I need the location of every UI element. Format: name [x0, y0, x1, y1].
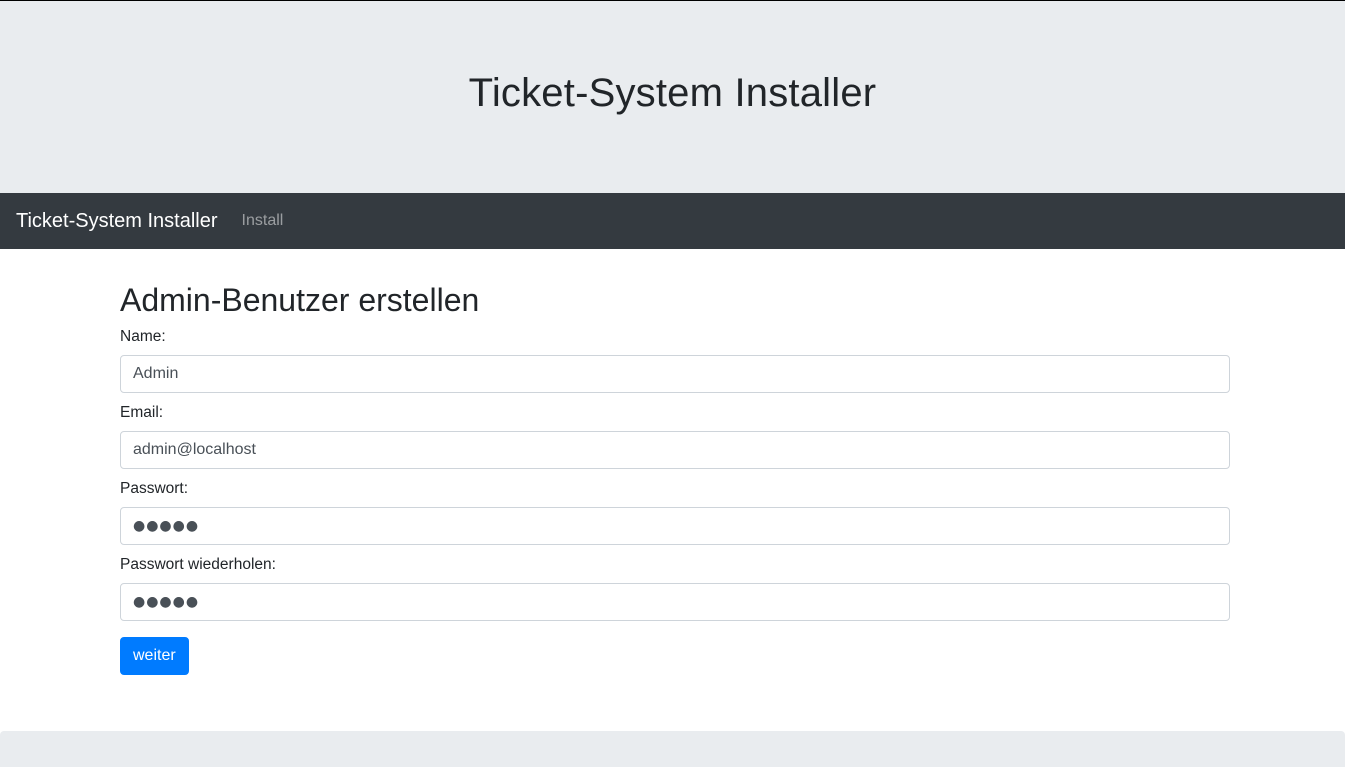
- password-input[interactable]: [120, 507, 1230, 545]
- email-label: Email:: [120, 404, 164, 421]
- password-repeat-input[interactable]: [120, 583, 1230, 621]
- navbar: Ticket-System Installer Install: [0, 193, 1345, 249]
- password-group: Passwort:: [120, 479, 1230, 545]
- page-header: Ticket-System Installer: [0, 0, 1345, 193]
- email-group: Email:: [120, 403, 1230, 469]
- email-input[interactable]: [120, 431, 1230, 469]
- page-title: Ticket-System Installer: [468, 70, 877, 115]
- navbar-brand[interactable]: Ticket-System Installer: [16, 210, 218, 233]
- password-repeat-label: Passwort wiederholen:: [120, 556, 276, 573]
- form-heading: Admin-Benutzer erstellen: [120, 282, 480, 318]
- submit-button[interactable]: weiter: [120, 637, 189, 675]
- password-label: Passwort:: [120, 480, 189, 497]
- name-group: Name:: [120, 327, 1230, 393]
- name-label: Name:: [120, 328, 166, 345]
- admin-form: Admin-Benutzer erstellen Name: Email: Pa…: [120, 281, 1230, 675]
- name-input[interactable]: [120, 355, 1230, 393]
- main-content: Admin-Benutzer erstellen Name: Email: Pa…: [0, 249, 1345, 767]
- nav-link-install[interactable]: Install: [242, 212, 284, 230]
- footer: [0, 731, 1345, 767]
- password-repeat-group: Passwort wiederholen:: [120, 555, 1230, 621]
